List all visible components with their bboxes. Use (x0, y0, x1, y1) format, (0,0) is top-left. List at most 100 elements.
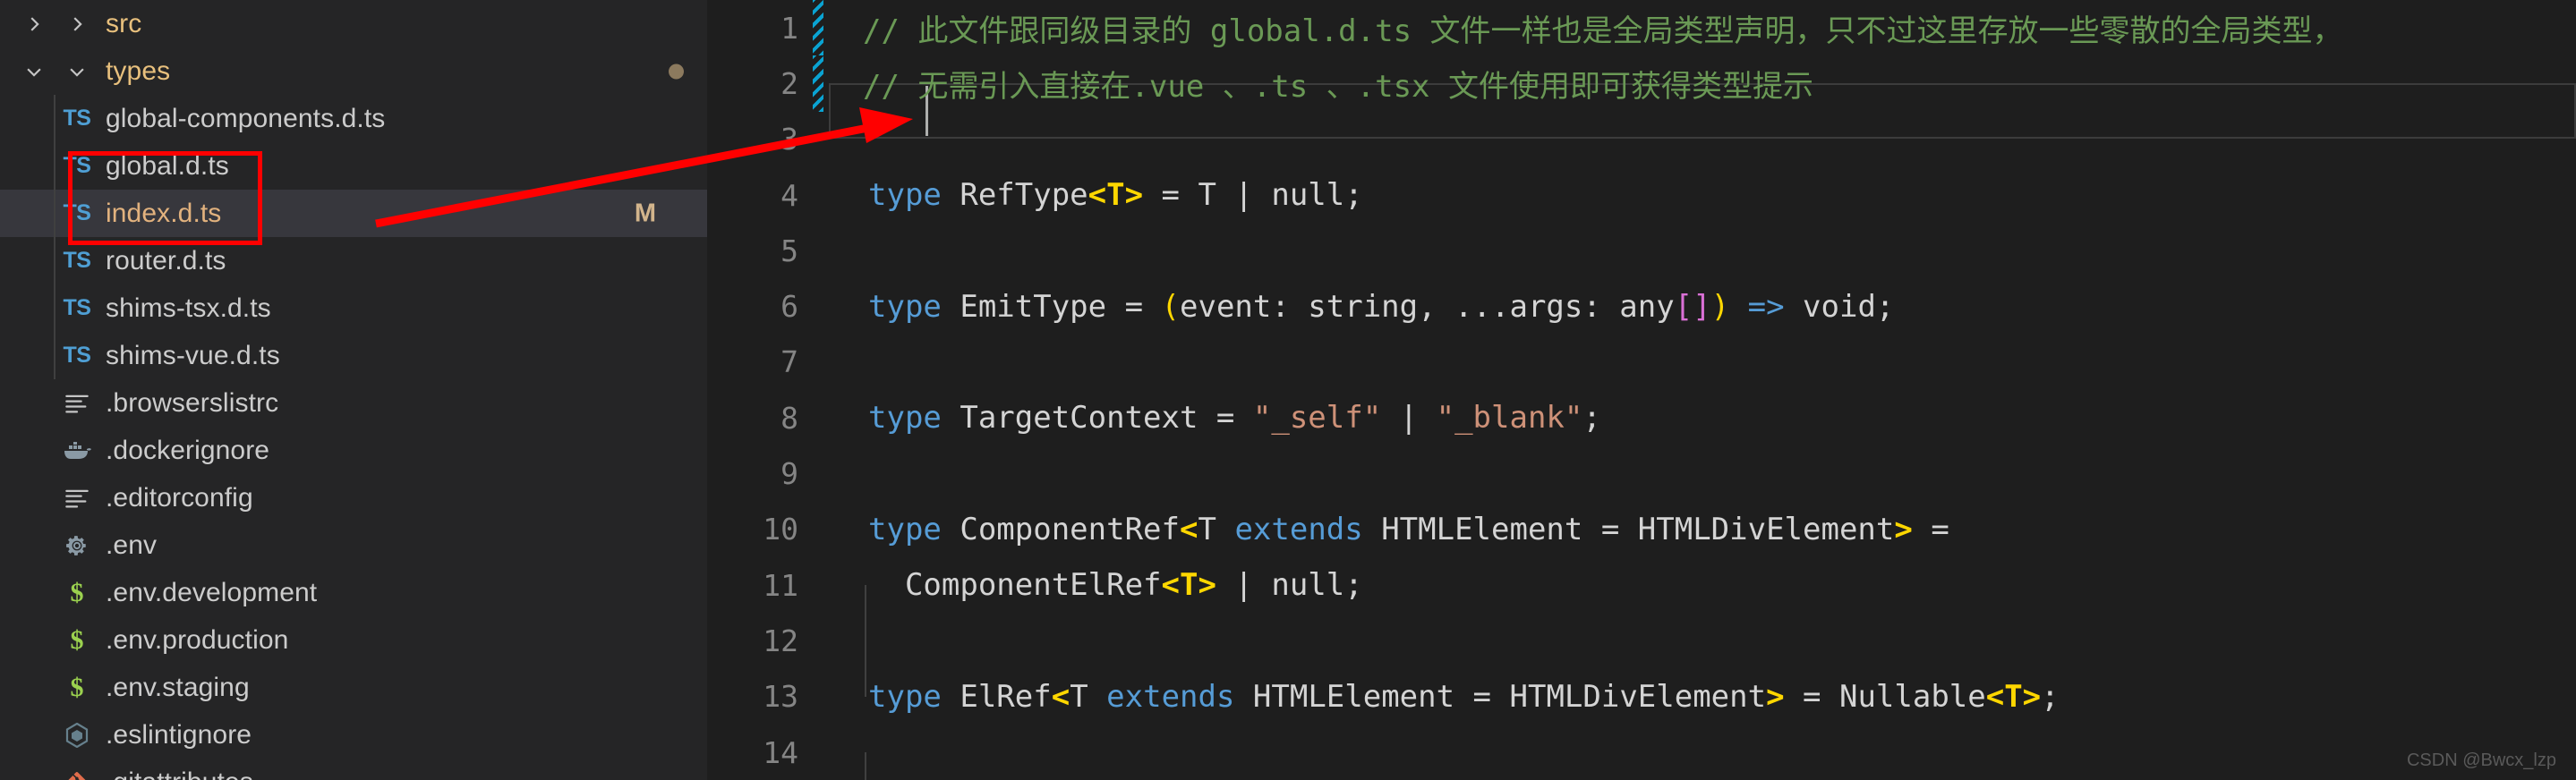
chevron-right-icon[interactable] (16, 14, 52, 34)
explorer-item-global-components-d-ts[interactable]: TS global-components.d.ts (0, 95, 707, 142)
code-token: event: string, ...args: any (1180, 288, 1675, 325)
explorer-item-label: .env (106, 530, 158, 560)
line-number: 5 (780, 233, 798, 268)
explorer-item-label: .dockerignore (106, 435, 270, 465)
explorer-item-label: router.d.ts (106, 245, 226, 276)
explorer-item-label: .env.production (106, 624, 289, 655)
chevron-down-icon[interactable] (16, 62, 52, 81)
code-token: = Nullable (1784, 678, 1986, 715)
code-token: "_blank" (1436, 400, 1583, 437)
code-token: type (868, 177, 942, 214)
code-text: type EmitType = (event: string, ...args:… (829, 289, 1894, 325)
code-line[interactable]: 9 (707, 445, 2576, 501)
explorer-item-env[interactable]: .env (0, 521, 707, 569)
code-token: ComponentRef (941, 511, 1180, 547)
code-line[interactable]: 2 // 无需引入直接在.vue 、.ts 、.tsx 文件使用即可获得类型提示 (707, 55, 2576, 112)
explorer-item-gitattributes[interactable]: .gitattributes (0, 759, 707, 780)
explorer-item-label: .editorconfig (106, 482, 253, 513)
explorer-item-browserslistrc[interactable]: .browserslistrc (0, 379, 707, 427)
explorer-item-label: .env.development (106, 577, 318, 607)
folder-modified-dot (669, 64, 684, 79)
explorer-item-router-d-ts[interactable]: TS router.d.ts (0, 237, 707, 284)
line-number: 3 (780, 122, 798, 157)
code-editor[interactable]: 1 // 此文件跟同级目录的 global.d.ts 文件一样也是全局类型声明，只… (707, 0, 2576, 780)
code-token: ( (1161, 288, 1181, 325)
gutter-spacer (806, 557, 829, 613)
explorer-item-index-d-ts[interactable]: TS index.d.ts M (0, 190, 707, 237)
ts-icon: TS (63, 295, 91, 320)
line-number: 2 (780, 65, 798, 101)
git-icon (52, 771, 102, 780)
text-lines-icon (52, 393, 102, 414)
code-text: // 此文件跟同级目录的 global.d.ts 文件一样也是全局类型声明，只不… (823, 6, 2343, 50)
explorer-item-eslintignore[interactable]: .eslintignore (0, 711, 707, 759)
explorer-file-tree[interactable]: src types TS global-components.d.ts TS global… (0, 0, 707, 780)
line-number: 6 (780, 289, 798, 325)
explorer-item-env-development[interactable]: $ .env.development (0, 569, 707, 616)
code-token: < (1051, 678, 1070, 715)
explorer-item-shims-vue-d-ts[interactable]: TS shims-vue.d.ts (0, 332, 707, 379)
gutter-spacer (806, 725, 829, 780)
dollar-icon: $ (70, 672, 84, 702)
explorer-item-global-d-ts[interactable]: TS global.d.ts (0, 142, 707, 190)
code-token: > (1894, 511, 1913, 547)
code-token: type (868, 400, 942, 437)
code-token: // 此文件跟同级目录的 global.d.ts 文件一样也是全局类型声明，只不… (863, 13, 2343, 49)
code-line[interactable]: 6 type EmitType = (event: string, ...args… (707, 278, 2576, 334)
modified-line-marker (813, 0, 823, 56)
code-token: | (1381, 400, 1437, 437)
code-line[interactable]: 7 (707, 335, 2576, 390)
code-line[interactable]: 13 type ElRef<T extends HTMLElement = HTM… (707, 669, 2576, 725)
code-line[interactable]: 8 type TargetContext = "_self" | "_blank"… (707, 390, 2576, 445)
explorer-item-label: shims-tsx.d.ts (106, 292, 271, 323)
explorer-item-types[interactable]: types (0, 47, 707, 95)
code-line[interactable]: 1 // 此文件跟同级目录的 global.d.ts 文件一样也是全局类型声明，只… (707, 0, 2576, 56)
text-lines-icon (52, 488, 102, 509)
explorer-item-dockerignore[interactable]: .dockerignore (0, 427, 707, 474)
explorer-item-src[interactable]: src (0, 0, 707, 47)
gutter-spacer (806, 167, 829, 223)
code-line[interactable]: 14 (707, 725, 2576, 780)
code-token: ElRef (941, 678, 1052, 715)
tree-indent-guide (54, 142, 55, 190)
explorer-item-label: types (106, 55, 171, 86)
tree-indent-guide (54, 95, 55, 142)
code-text: type ComponentRef<T extends HTMLElement … (829, 512, 1949, 547)
eslint-icon (52, 722, 102, 748)
explorer-item-label: .env.staging (106, 672, 250, 702)
code-token: => (1747, 288, 1785, 325)
explorer-item-env-production[interactable]: $ .env.production (0, 616, 707, 664)
vscode-window: src types TS global-components.d.ts TS global… (0, 0, 2576, 780)
code-line[interactable]: 12 (707, 613, 2576, 668)
explorer-item-label: shims-vue.d.ts (106, 340, 280, 370)
explorer-item-label: .browserslistrc (106, 387, 279, 418)
ts-icon: TS (63, 153, 91, 178)
code-token: <T> (1088, 177, 1144, 214)
gutter-spacer (806, 445, 829, 501)
explorer-item-shims-tsx-d-ts[interactable]: TS shims-tsx.d.ts (0, 284, 707, 332)
code-line[interactable]: 4 type RefType<T> = T | null; (707, 167, 2576, 223)
explorer-item-label: index.d.ts (106, 198, 222, 228)
chevron-right-icon (52, 14, 102, 34)
explorer-sidebar[interactable]: src types TS global-components.d.ts TS global… (0, 0, 707, 780)
code-token: <T> (1985, 678, 2042, 715)
modified-line-marker (813, 55, 823, 112)
line-number: 10 (763, 512, 798, 547)
line-number: 11 (763, 567, 798, 603)
line-number: 9 (780, 456, 798, 492)
code-line[interactable]: 3 (707, 112, 2576, 167)
code-lines[interactable]: 1 // 此文件跟同级目录的 global.d.ts 文件一样也是全局类型声明，只… (707, 0, 2576, 780)
explorer-item-editorconfig[interactable]: .editorconfig (0, 474, 707, 521)
watermark: CSDN @Bwcx_lzp (2406, 750, 2556, 770)
code-line[interactable]: 10 type ComponentRef<T extends HTMLElemen… (707, 502, 2576, 557)
explorer-item-label: .gitattributes (102, 767, 253, 780)
gutter-spacer (806, 112, 829, 167)
chevron-down-icon (52, 62, 102, 81)
line-number: 13 (763, 679, 798, 715)
dollar-icon: $ (70, 624, 84, 655)
code-line[interactable]: 11 ComponentElRef<T> | null; (707, 557, 2576, 613)
code-text: type TargetContext = "_self" | "_blank"; (829, 400, 1601, 436)
code-line[interactable]: 5 (707, 223, 2576, 278)
docker-whale-icon (52, 441, 102, 461)
explorer-item-env-staging[interactable]: $ .env.staging (0, 664, 707, 711)
